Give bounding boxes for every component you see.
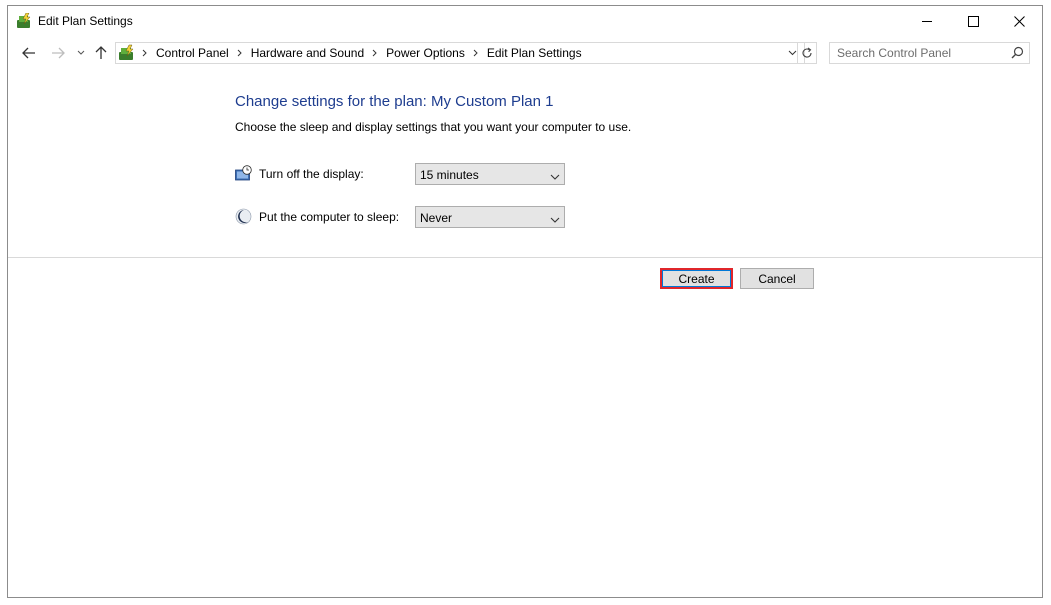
page-title: Change settings for the plan: My Custom … bbox=[235, 93, 554, 110]
sleep-moon-icon bbox=[235, 208, 252, 225]
navigation-bar: Control Panel Hardware and Sound Power O… bbox=[8, 39, 1042, 69]
sleep-label: Put the computer to sleep: bbox=[259, 210, 400, 224]
chevron-right-icon bbox=[142, 49, 147, 57]
maximize-icon bbox=[967, 15, 979, 27]
search-input[interactable] bbox=[830, 43, 1007, 63]
minimize-icon bbox=[921, 20, 932, 22]
create-button[interactable]: Create bbox=[660, 268, 733, 289]
breadcrumb-power-options[interactable]: Power Options bbox=[386, 46, 465, 60]
divider bbox=[8, 257, 1042, 258]
edit-plan-settings-window: Edit Plan Settings Control Panel Hardwar… bbox=[7, 5, 1043, 598]
minimize-button[interactable] bbox=[904, 6, 950, 36]
recent-locations-button[interactable] bbox=[75, 42, 87, 64]
cancel-button[interactable]: Cancel bbox=[740, 268, 814, 289]
close-button[interactable] bbox=[996, 6, 1042, 36]
display-timeout-dropdown[interactable]: 15 minutes bbox=[415, 163, 565, 185]
window-title: Edit Plan Settings bbox=[38, 14, 133, 28]
maximize-button[interactable] bbox=[950, 6, 996, 36]
forward-button[interactable] bbox=[47, 42, 69, 64]
refresh-icon bbox=[802, 47, 812, 58]
refresh-button[interactable] bbox=[797, 42, 817, 64]
display-timer-icon bbox=[235, 165, 252, 182]
chevron-down-icon bbox=[550, 213, 560, 227]
title-bar: Edit Plan Settings bbox=[8, 6, 1042, 36]
chevron-down-icon bbox=[788, 50, 796, 56]
chevron-right-icon bbox=[237, 49, 242, 57]
back-button[interactable] bbox=[18, 42, 40, 64]
sleep-timeout-dropdown[interactable]: Never bbox=[415, 206, 565, 228]
arrow-up-icon bbox=[95, 46, 107, 59]
search-box[interactable] bbox=[829, 42, 1030, 64]
breadcrumb: Control Panel Hardware and Sound Power O… bbox=[142, 43, 582, 63]
breadcrumb-control-panel[interactable]: Control Panel bbox=[156, 46, 229, 60]
arrow-right-icon bbox=[52, 47, 65, 59]
chevron-right-icon bbox=[473, 49, 478, 57]
power-options-icon bbox=[16, 12, 33, 29]
display-timeout-value: 15 minutes bbox=[420, 168, 479, 182]
sleep-timeout-value: Never bbox=[420, 211, 453, 225]
up-button[interactable] bbox=[92, 42, 110, 64]
control-panel-icon bbox=[118, 44, 136, 62]
chevron-down-icon bbox=[77, 50, 85, 55]
chevron-right-icon bbox=[372, 49, 377, 57]
search-icon[interactable] bbox=[1011, 46, 1024, 62]
close-icon bbox=[1013, 15, 1025, 27]
chevron-down-icon bbox=[550, 170, 560, 184]
breadcrumb-hardware-and-sound[interactable]: Hardware and Sound bbox=[251, 46, 364, 60]
breadcrumb-edit-plan-settings[interactable]: Edit Plan Settings bbox=[487, 46, 582, 60]
display-label: Turn off the display: bbox=[259, 167, 364, 181]
address-bar[interactable]: Control Panel Hardware and Sound Power O… bbox=[115, 42, 805, 64]
arrow-left-icon bbox=[22, 47, 35, 59]
page-description: Choose the sleep and display settings th… bbox=[235, 120, 632, 134]
